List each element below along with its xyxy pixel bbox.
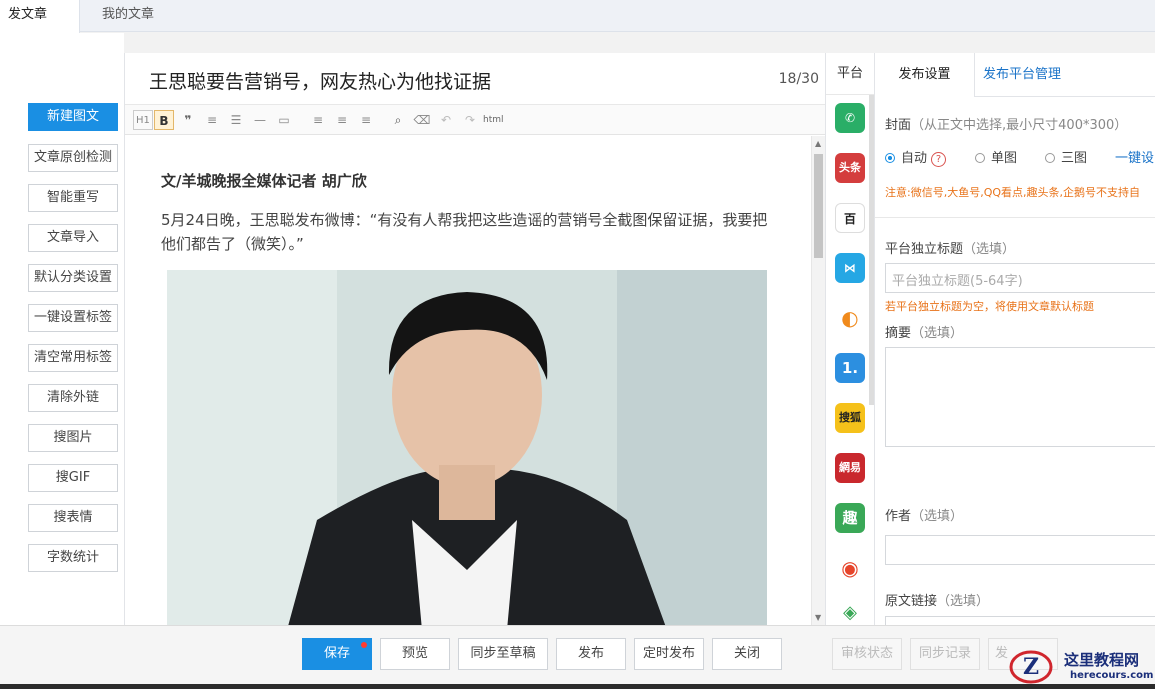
set-tags-button[interactable]: 一键设置标签	[28, 304, 118, 332]
scroll-down-icon[interactable]: ▼	[815, 613, 823, 622]
help-icon[interactable]: ?	[931, 152, 947, 167]
cover-auto-radio[interactable]: 自动?	[885, 147, 947, 167]
clear-tags-button[interactable]: 清空常用标签	[28, 344, 118, 372]
platform-column: 平台 ✆ 头条 百 ⋈ ◐ 1. 搜狐 網易 趣 ◉ ◈	[826, 53, 875, 625]
qutoutiao-icon[interactable]: 趣	[835, 503, 865, 533]
article-paragraph: 5月24日晚，王思聪发布微博：“有没有人帮我把这些造谣的营销号全截图保留证据，我…	[161, 211, 768, 253]
editor-scrollbar[interactable]: ▲ ▼	[811, 136, 825, 625]
redo-icon[interactable]: ↷	[461, 110, 479, 130]
watermark-url-text: herecours.com	[1070, 670, 1154, 681]
platform-support-warning: 注意:微信号,大鱼号,QQ看点,趣头条,企鹅号不支持自	[885, 186, 1141, 199]
cover-single-radio[interactable]: 单图	[975, 147, 1017, 166]
article-byline: 文/羊城晚报全媒体记者 胡广欣	[161, 172, 367, 190]
search-images-button[interactable]: 搜图片	[28, 424, 118, 452]
review-status-button[interactable]: 审核状态	[832, 638, 902, 670]
find-replace-icon[interactable]: ⌕	[389, 110, 407, 130]
dayu-icon[interactable]: ⋈	[835, 253, 865, 283]
publish-settings-panel: 发布设置 发布平台管理 封面（从正文中选择,最小尺寸400*300） 自动? 单…	[875, 53, 1155, 625]
standalone-title-input[interactable]: 平台独立标题(5-64字)	[885, 263, 1155, 293]
tab-publish-settings[interactable]: 发布设置	[875, 53, 975, 97]
default-category-button[interactable]: 默认分类设置	[28, 264, 118, 292]
word-count-button[interactable]: 字数统计	[28, 544, 118, 572]
watermark-logo-icon: Z	[1009, 650, 1053, 684]
bold-icon[interactable]: B	[154, 110, 174, 130]
sohu-icon[interactable]: 搜狐	[835, 403, 865, 433]
publish-button[interactable]: 发布	[556, 638, 626, 670]
new-article-button[interactable]: 新建图文	[28, 103, 118, 131]
editor-toolbar: H1 B ❞ ≡ ☰ — ▭ ≡ ≡ ≡ ⌕ ⌫ ↶ ↷ html	[125, 105, 825, 135]
horizontal-rule-icon[interactable]: —	[251, 110, 269, 130]
align-left-icon[interactable]: ≡	[309, 110, 327, 130]
radio-icon	[975, 153, 985, 163]
undo-icon[interactable]: ↶	[437, 110, 455, 130]
preview-button[interactable]: 预览	[380, 638, 450, 670]
unordered-list-icon[interactable]: ☰	[227, 110, 245, 130]
align-center-icon[interactable]: ≡	[333, 110, 351, 130]
radio-selected-icon	[885, 153, 895, 163]
smart-rewrite-button[interactable]: 智能重写	[28, 184, 118, 212]
source-link-label: 原文链接（选填）	[885, 594, 990, 609]
search-gif-button[interactable]: 搜GIF	[28, 464, 118, 492]
tab-my-articles[interactable]: 我的文章	[102, 0, 154, 32]
title-row: 王思聪要告营销号，网友热心为他找证据 18/30	[125, 53, 825, 105]
author-label: 作者（选填）	[885, 509, 964, 524]
summary-textarea[interactable]	[885, 347, 1155, 447]
tab-publish-article[interactable]: 发文章	[0, 0, 80, 33]
qq-kandian-icon[interactable]: ◐	[835, 303, 865, 333]
platform-scrollbar[interactable]	[869, 95, 874, 405]
quote-icon[interactable]: ❞	[179, 110, 197, 130]
taskbar-strip	[0, 684, 1155, 689]
close-button[interactable]: 关闭	[712, 638, 782, 670]
top-tab-bar: 发文章 我的文章	[0, 0, 1155, 33]
article-photo	[167, 270, 767, 625]
editor-scroll-thumb[interactable]	[814, 154, 823, 258]
article-editor: 王思聪要告营销号，网友热心为他找证据 18/30 H1 B ❞ ≡ ☰ — ▭ …	[124, 53, 826, 625]
standalone-title-note: 若平台独立标题为空，将使用文章默认标题	[885, 300, 1094, 313]
watermark: Z 这里教程网 herecours.com	[1008, 645, 1155, 689]
netease-icon[interactable]: 網易	[835, 453, 865, 483]
article-title-input[interactable]: 王思聪要告营销号，网友热心为他找证据	[149, 67, 491, 94]
sync-record-button[interactable]: 同步记录	[910, 638, 980, 670]
cover-triple-radio[interactable]: 三图	[1045, 147, 1087, 166]
yidian-icon[interactable]: 1.	[835, 353, 865, 383]
align-right-icon[interactable]: ≡	[357, 110, 375, 130]
weibo-icon[interactable]: ◉	[835, 553, 865, 583]
watermark-cn-text: 这里教程网	[1064, 651, 1140, 669]
clear-format-icon[interactable]: ⌫	[413, 110, 431, 130]
svg-text:Z: Z	[1023, 654, 1039, 680]
search-emoji-button[interactable]: 搜表情	[28, 504, 118, 532]
ordered-list-icon[interactable]: ≡	[203, 110, 221, 130]
heading-icon[interactable]: H1	[133, 110, 153, 130]
author-input[interactable]	[885, 535, 1155, 565]
save-button[interactable]: 保存	[302, 638, 372, 670]
radio-icon	[1045, 153, 1055, 163]
title-char-count: 18/30	[778, 71, 819, 87]
html-source-icon[interactable]: html	[483, 110, 504, 130]
image-icon[interactable]: ▭	[275, 110, 293, 130]
source-link-input[interactable]	[885, 616, 1155, 625]
left-sidebar: 新建图文 文章原创检测 智能重写 文章导入 默认分类设置 一键设置标签 清空常用…	[0, 33, 124, 625]
wechat-icon[interactable]: ✆	[835, 103, 865, 133]
section-divider	[875, 217, 1155, 218]
standalone-title-label: 平台独立标题（选填）	[885, 242, 1016, 257]
baijia-icon[interactable]: 百	[835, 203, 865, 233]
scheduled-publish-button[interactable]: 定时发布	[634, 638, 704, 670]
originality-check-button[interactable]: 文章原创检测	[28, 144, 118, 172]
tab-platform-management[interactable]: 发布平台管理	[983, 53, 1061, 97]
clear-links-button[interactable]: 清除外链	[28, 384, 118, 412]
one-click-set-link[interactable]: 一键设	[1115, 147, 1154, 166]
sync-draft-button[interactable]: 同步至草稿	[458, 638, 548, 670]
settings-tabs: 发布设置 发布平台管理	[875, 53, 1155, 97]
summary-label: 摘要（选填）	[885, 326, 964, 341]
editor-content[interactable]: 文/羊城晚报全媒体记者 胡广欣 5月24日晚，王思聪发布微博：“有没有人帮我把这…	[125, 136, 811, 625]
article-import-button[interactable]: 文章导入	[28, 224, 118, 252]
scroll-up-icon[interactable]: ▲	[815, 139, 823, 148]
platform-header: 平台	[826, 53, 874, 95]
toutiao-icon[interactable]: 头条	[835, 153, 865, 183]
unsaved-dot-icon	[361, 642, 367, 648]
qiehao-icon[interactable]: ◈	[835, 601, 865, 625]
bottom-action-bar: 保存 预览 同步至草稿 发布 定时发布 关闭 审核状态 同步记录 发	[0, 625, 1155, 689]
cover-label: 封面（从正文中选择,最小尺寸400*300）	[885, 118, 1128, 133]
